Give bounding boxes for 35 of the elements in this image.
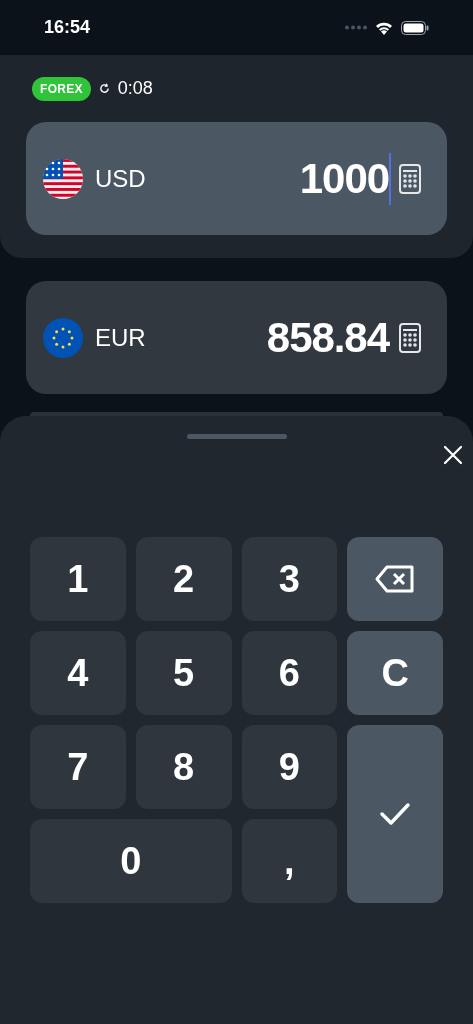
drag-handle[interactable]	[186, 434, 287, 439]
flag-icon	[43, 158, 83, 199]
amount-value: 1000	[299, 154, 389, 204]
backspace-icon	[375, 565, 416, 593]
text-cursor	[389, 152, 391, 205]
battery-icon	[401, 20, 429, 35]
flag-icon	[43, 317, 83, 358]
refresh-timer: 0:08	[117, 77, 153, 100]
calculator-icon[interactable]	[399, 163, 421, 194]
currency-card[interactable]: USD 1000	[26, 122, 447, 235]
currency-card[interactable]: EUR 858.84	[26, 281, 447, 394]
signal-dots-icon	[345, 25, 367, 30]
digit-key[interactable]: 7	[30, 725, 126, 809]
wifi-icon	[375, 20, 393, 35]
close-icon[interactable]	[443, 445, 463, 465]
digit-key[interactable]: 6	[241, 631, 338, 715]
digit-key[interactable]: 1	[30, 537, 126, 621]
digit-key[interactable]: 8	[135, 725, 232, 809]
status-time: 16:54	[44, 16, 91, 39]
digit-key[interactable]: 0	[30, 819, 232, 903]
digit-key[interactable]: 5	[135, 631, 232, 715]
currency-code: EUR	[95, 322, 146, 353]
digit-key[interactable]: ,	[241, 819, 338, 903]
digit-key[interactable]: 9	[241, 725, 338, 809]
digit-key[interactable]: 3	[241, 537, 338, 621]
currency-code: USD	[95, 163, 146, 194]
clear-key[interactable]: C	[347, 631, 443, 715]
digit-key[interactable]: 2	[135, 537, 232, 621]
forex-badge: FOREX	[32, 76, 91, 101]
backspace-key[interactable]	[347, 537, 443, 621]
digit-key[interactable]: 4	[30, 631, 126, 715]
calculator-icon[interactable]	[399, 322, 421, 353]
amount-value: 858.84	[266, 313, 389, 363]
checkmark-icon	[379, 802, 412, 826]
refresh-icon	[98, 83, 110, 94]
